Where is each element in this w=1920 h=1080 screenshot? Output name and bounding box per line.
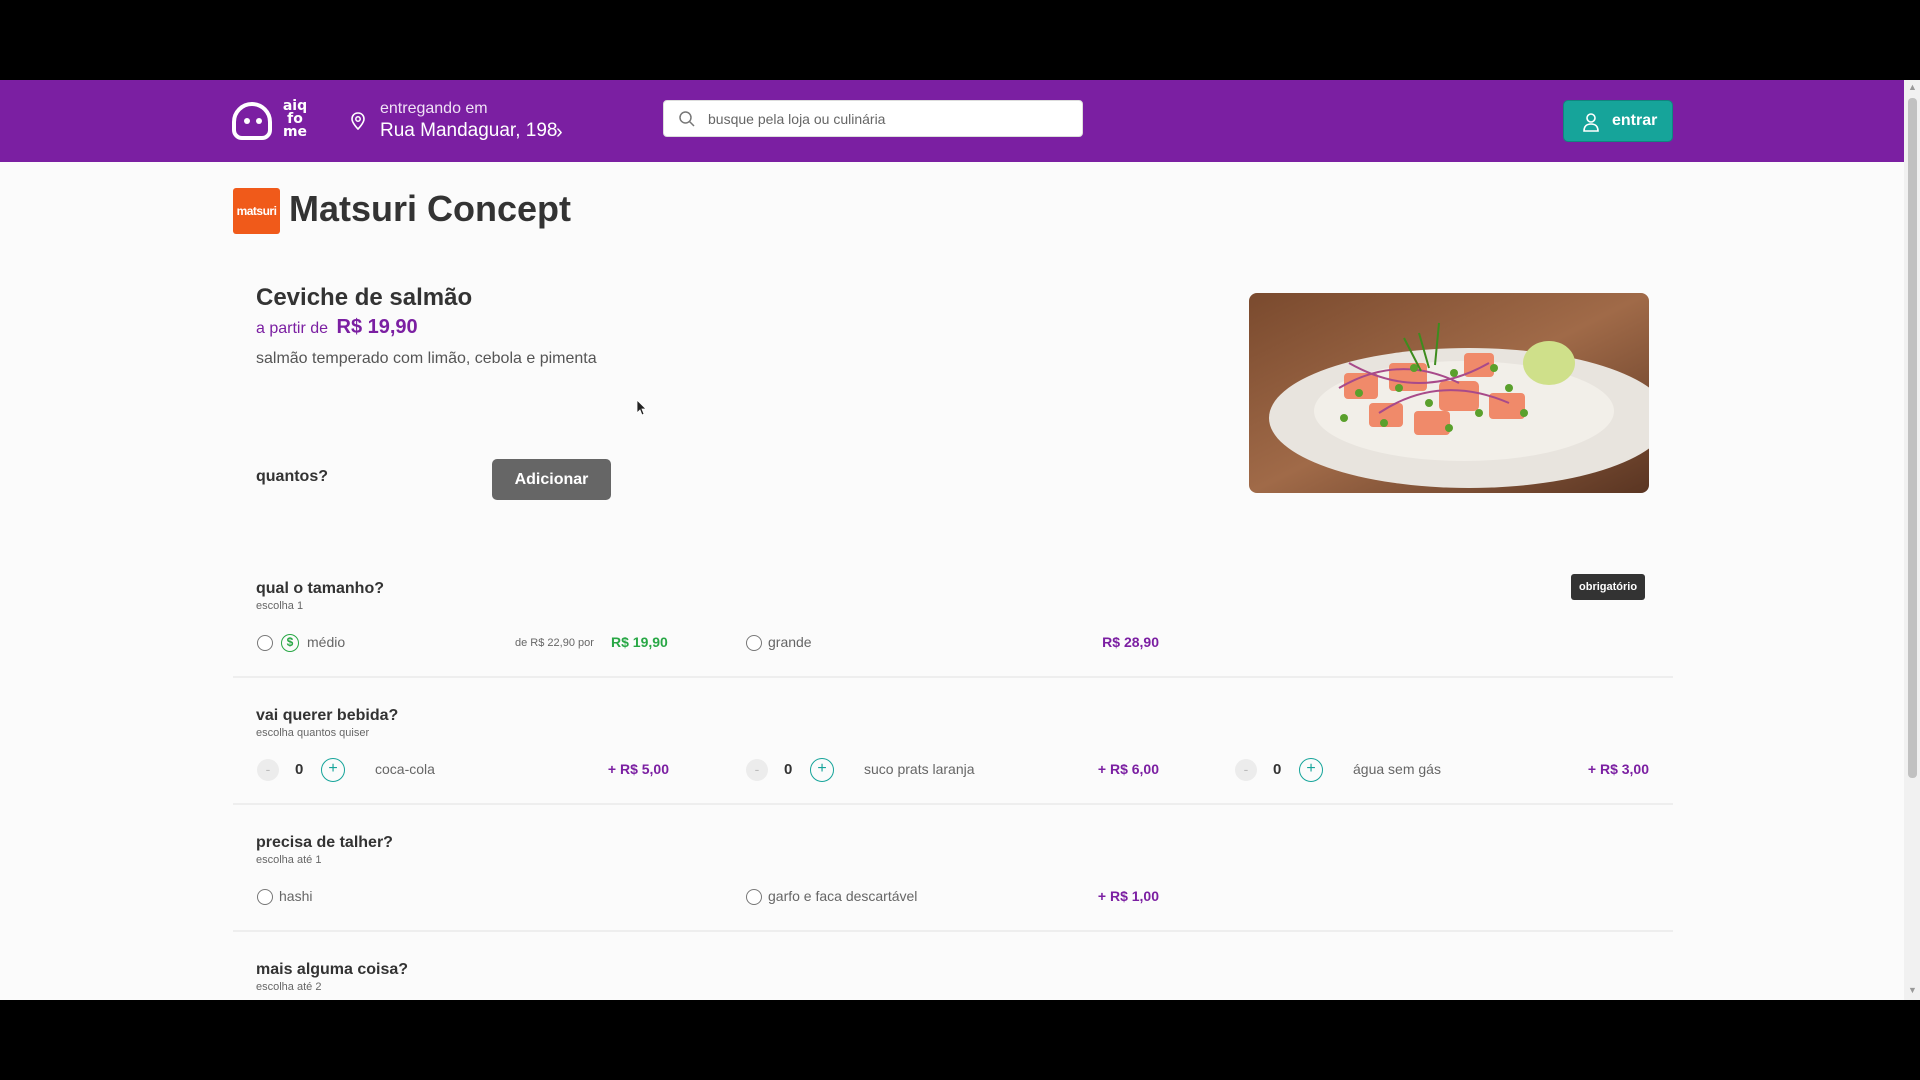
radio-medio[interactable]: [257, 635, 273, 651]
product-price-row: a partir de R$ 19,90: [256, 316, 418, 339]
increment-button-suco[interactable]: +: [810, 758, 834, 782]
browser-viewport: aiq fo me entregando em Rua Mandaguar, 198…: [0, 80, 1920, 1000]
product-price: R$ 19,90: [336, 316, 418, 338]
quantity-label: quantos?: [256, 468, 328, 485]
letterbox-top: [0, 0, 1920, 80]
group-divider: [233, 930, 1673, 932]
option-label-medio: médio: [307, 634, 346, 650]
login-label: entrar: [1612, 112, 1658, 129]
radio-grande[interactable]: [746, 635, 762, 651]
option-label-suco: suco prats laranja: [864, 761, 975, 777]
option-price-suco: + R$ 6,00: [1097, 761, 1159, 777]
group-title: precisa de talher?: [256, 834, 393, 851]
product-description: salmão temperado com limão, cebola e pim…: [256, 350, 597, 367]
delivery-address[interactable]: Rua Mandaguar, 198: [380, 120, 557, 142]
logo-face-icon: [232, 102, 272, 140]
search-bar[interactable]: [663, 100, 1083, 137]
store-name: Matsuri Concept: [289, 188, 572, 229]
radio-hashi[interactable]: [257, 889, 273, 905]
quantity-value-agua: 0: [1273, 761, 1282, 778]
mouse-cursor-icon: [637, 400, 647, 416]
delivery-label: entregando em: [380, 100, 488, 117]
group-subtitle: escolha quantos quiser: [256, 727, 370, 739]
group-subtitle: escolha até 1: [256, 854, 322, 866]
group-divider: [233, 803, 1673, 805]
add-to-cart-button[interactable]: Adicionar: [492, 459, 611, 500]
required-badge: obrigatório: [1571, 574, 1646, 600]
aiqfome-logo[interactable]: aiq fo me: [232, 98, 308, 144]
dollar-icon: $: [281, 634, 299, 652]
decrement-button-coca-cola[interactable]: -: [257, 759, 279, 781]
quantity-value-suco: 0: [784, 761, 793, 778]
option-label-grande: grande: [768, 634, 812, 650]
quantity-value-coca-cola: 0: [295, 761, 304, 778]
group-title: qual o tamanho?: [256, 580, 384, 597]
option-price-garfo-faca: + R$ 1,00: [1097, 888, 1159, 904]
salmon-ceviche-image: [1249, 293, 1649, 493]
page-scrollbar[interactable]: ▲ ▼: [1904, 80, 1920, 1000]
radio-garfo-faca[interactable]: [746, 889, 762, 905]
decrement-button-agua[interactable]: -: [1235, 759, 1257, 781]
letterbox-bottom: [0, 1000, 1920, 1080]
increment-button-coca-cola[interactable]: +: [321, 758, 345, 782]
scroll-thumb[interactable]: [1908, 98, 1917, 778]
group-divider: [233, 676, 1673, 678]
location-pin-icon: [351, 112, 365, 130]
decrement-button-suco[interactable]: -: [746, 759, 768, 781]
increment-button-agua[interactable]: +: [1299, 758, 1323, 782]
logo-text: aiq fo me: [282, 98, 308, 140]
scroll-down-icon[interactable]: ▼: [1908, 985, 1917, 995]
search-icon: [679, 111, 695, 127]
scroll-up-icon[interactable]: ▲: [1908, 82, 1917, 92]
option-price-coca-cola: + R$ 5,00: [607, 761, 669, 777]
option-price-medio: R$ 19,90: [611, 634, 668, 650]
option-label-agua: água sem gás: [1353, 761, 1441, 777]
group-title: mais alguma coisa?: [256, 961, 409, 978]
group-subtitle: escolha 1: [256, 600, 304, 612]
group-title: vai querer bebida?: [256, 707, 399, 724]
option-label-garfo-faca: garfo e faca descartável: [768, 888, 918, 904]
top-navbar: aiq fo me entregando em Rua Mandaguar, 198…: [0, 80, 1904, 162]
price-prefix: a partir de: [256, 320, 329, 337]
option-price-grande: R$ 28,90: [1102, 634, 1159, 650]
option-old-price: de R$ 22,90 por: [515, 637, 594, 649]
chevron-right-icon[interactable]: ›: [556, 121, 563, 144]
user-icon: [1583, 113, 1599, 132]
search-input[interactable]: [708, 101, 1068, 136]
option-price-agua: + R$ 3,00: [1587, 761, 1649, 777]
group-subtitle: escolha até 2: [256, 981, 322, 993]
option-label-coca-cola: coca-cola: [375, 761, 435, 777]
login-button[interactable]: entrar: [1563, 100, 1673, 142]
product-image: [1249, 293, 1649, 493]
option-label-hashi: hashi: [279, 888, 313, 904]
product-title: Ceviche de salmão: [256, 284, 473, 311]
store-logo: matsuri: [233, 188, 280, 234]
